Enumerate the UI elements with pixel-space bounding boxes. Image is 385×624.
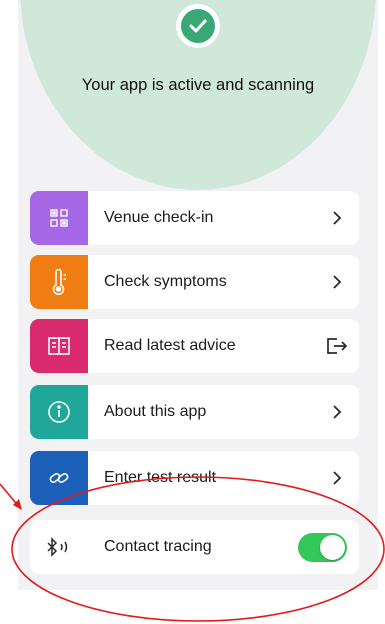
menu-item-enter-test-result[interactable]: Enter test result	[30, 451, 359, 505]
menu-item-venue-check-in[interactable]: Venue check-in	[30, 191, 359, 245]
thermometer-icon	[30, 255, 88, 309]
menu-item-label: Read latest advice	[104, 337, 236, 354]
contact-tracing-row: Contact tracing	[30, 520, 359, 574]
book-icon	[30, 319, 88, 373]
info-icon	[30, 385, 88, 439]
checkmark-icon	[181, 9, 215, 43]
chevron-right-icon	[315, 211, 359, 225]
contact-tracing-label: Contact tracing	[104, 538, 212, 555]
menu-item-label: About this app	[104, 403, 207, 420]
status-message: Your app is active and scanning	[81, 76, 315, 94]
qr-code-icon	[30, 191, 88, 245]
bluetooth-icon	[30, 537, 88, 557]
menu-item-label: Venue check-in	[104, 209, 214, 226]
toggle-knob	[320, 534, 345, 560]
annotation-arrow-line	[0, 483, 21, 509]
menu-item-about-this-app[interactable]: About this app	[30, 385, 359, 439]
menu-item-label: Enter test result	[104, 469, 217, 486]
chevron-right-icon	[315, 471, 359, 485]
chevron-right-icon	[315, 405, 359, 419]
open-external-icon	[315, 337, 359, 355]
link-icon	[30, 451, 88, 505]
menu-item-check-symptoms[interactable]: Check symptoms	[30, 255, 359, 309]
menu-item-label: Check symptoms	[104, 273, 227, 290]
menu-item-read-latest-advice[interactable]: Read latest advice	[30, 319, 359, 373]
status-check-badge	[176, 4, 220, 48]
chevron-right-icon	[315, 275, 359, 289]
app-screen: Your app is active and scanning Venue ch…	[18, 0, 378, 590]
contact-tracing-toggle[interactable]	[298, 532, 347, 562]
